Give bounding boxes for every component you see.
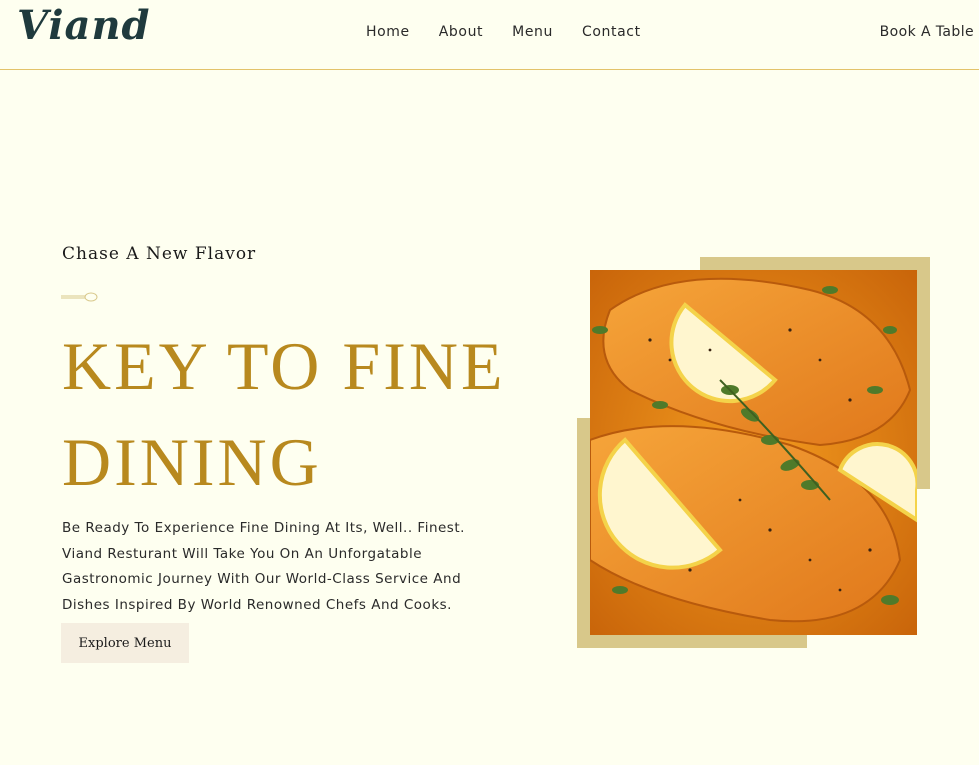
logo[interactable]: Viand (17, 2, 151, 49)
hero-title-line2: DINING (62, 424, 322, 500)
book-table-link[interactable]: Book A Table (880, 24, 974, 40)
nav-home[interactable]: Home (366, 24, 410, 40)
nav-menu[interactable]: Menu (512, 24, 553, 40)
hero-dish-image (590, 270, 917, 635)
hero-title: KEY TO FINE DINING (62, 318, 582, 510)
nav-contact[interactable]: Contact (582, 24, 641, 40)
hero-title-line1: KEY TO FINE (62, 328, 506, 404)
hero-description: Be Ready To Experience Fine Dining At It… (62, 520, 465, 613)
nav-about[interactable]: About (439, 24, 483, 40)
site-header: Viand Home About Menu Contact Book A Tab… (0, 0, 979, 70)
main-nav: Home About Menu Contact (366, 24, 670, 40)
spoon-divider-icon (61, 292, 98, 302)
salmon-dish-illustration (590, 270, 917, 635)
hero-tagline: Chase A New Flavor (62, 244, 257, 264)
explore-menu-button[interactable]: Explore Menu (61, 623, 189, 663)
